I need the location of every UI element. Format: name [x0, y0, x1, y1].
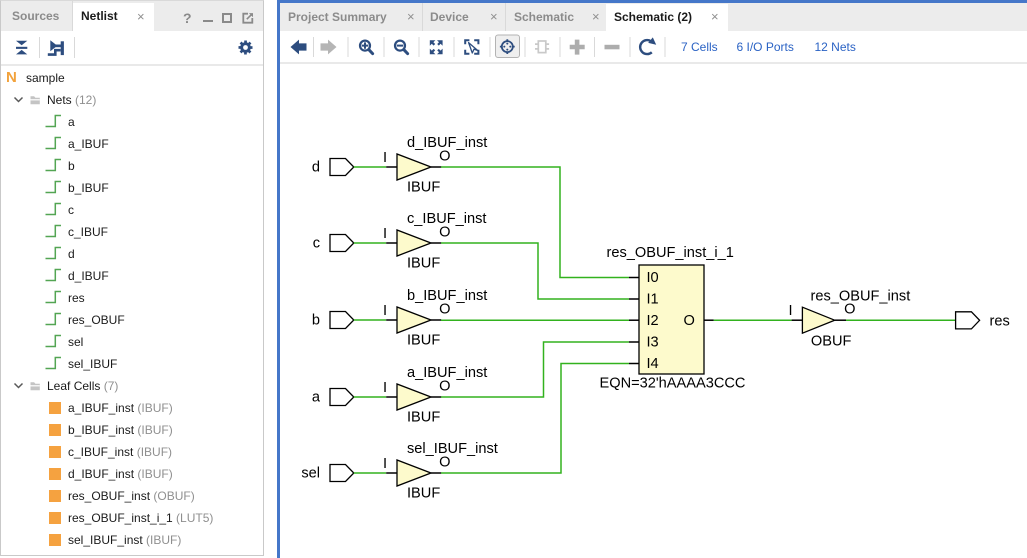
- svg-text:I: I: [383, 303, 387, 319]
- svg-text:res: res: [990, 313, 1010, 329]
- svg-text:7 Cells: 7 Cells: [681, 40, 718, 54]
- svg-text:IBUF: IBUF: [407, 333, 440, 349]
- svg-text:b: b: [312, 313, 320, 329]
- svg-text:a_IBUF_inst: a_IBUF_inst: [407, 365, 487, 381]
- svg-text:res_OBUF_inst: res_OBUF_inst: [811, 289, 911, 305]
- svg-text:I: I: [383, 226, 387, 242]
- svg-text:d: d: [312, 160, 320, 176]
- svg-text:I: I: [383, 456, 387, 472]
- svg-text:I2: I2: [647, 313, 659, 329]
- svg-text:I0: I0: [647, 270, 659, 286]
- svg-text:I: I: [383, 380, 387, 396]
- svg-text:I: I: [789, 303, 793, 319]
- svg-text:12 Nets: 12 Nets: [815, 40, 856, 54]
- svg-text:6 I/O Ports: 6 I/O Ports: [737, 40, 794, 54]
- svg-text:IBUF: IBUF: [407, 256, 440, 272]
- svg-text:I3: I3: [647, 335, 659, 351]
- svg-text:IBUF: IBUF: [407, 180, 440, 196]
- svg-text:c_IBUF_inst: c_IBUF_inst: [407, 211, 486, 227]
- svg-text:d_IBUF_inst: d_IBUF_inst: [407, 135, 487, 151]
- svg-text:sel_IBUF_inst: sel_IBUF_inst: [407, 441, 498, 457]
- svg-text:b_IBUF_inst: b_IBUF_inst: [407, 288, 487, 304]
- svg-text:I4: I4: [647, 356, 659, 372]
- svg-text:IBUF: IBUF: [407, 486, 440, 502]
- svg-text:sel: sel: [301, 466, 320, 482]
- svg-text:O: O: [684, 313, 695, 329]
- svg-text:res_OBUF_inst_i_1: res_OBUF_inst_i_1: [607, 245, 734, 261]
- svg-text:I: I: [383, 150, 387, 166]
- svg-text:EQN=32'hAAAA3CCC: EQN=32'hAAAA3CCC: [600, 376, 746, 392]
- svg-text:OBUF: OBUF: [811, 334, 852, 350]
- svg-text:IBUF: IBUF: [407, 410, 440, 426]
- svg-text:a: a: [312, 390, 321, 406]
- svg-text:c: c: [313, 236, 320, 252]
- svg-text:I1: I1: [647, 292, 659, 308]
